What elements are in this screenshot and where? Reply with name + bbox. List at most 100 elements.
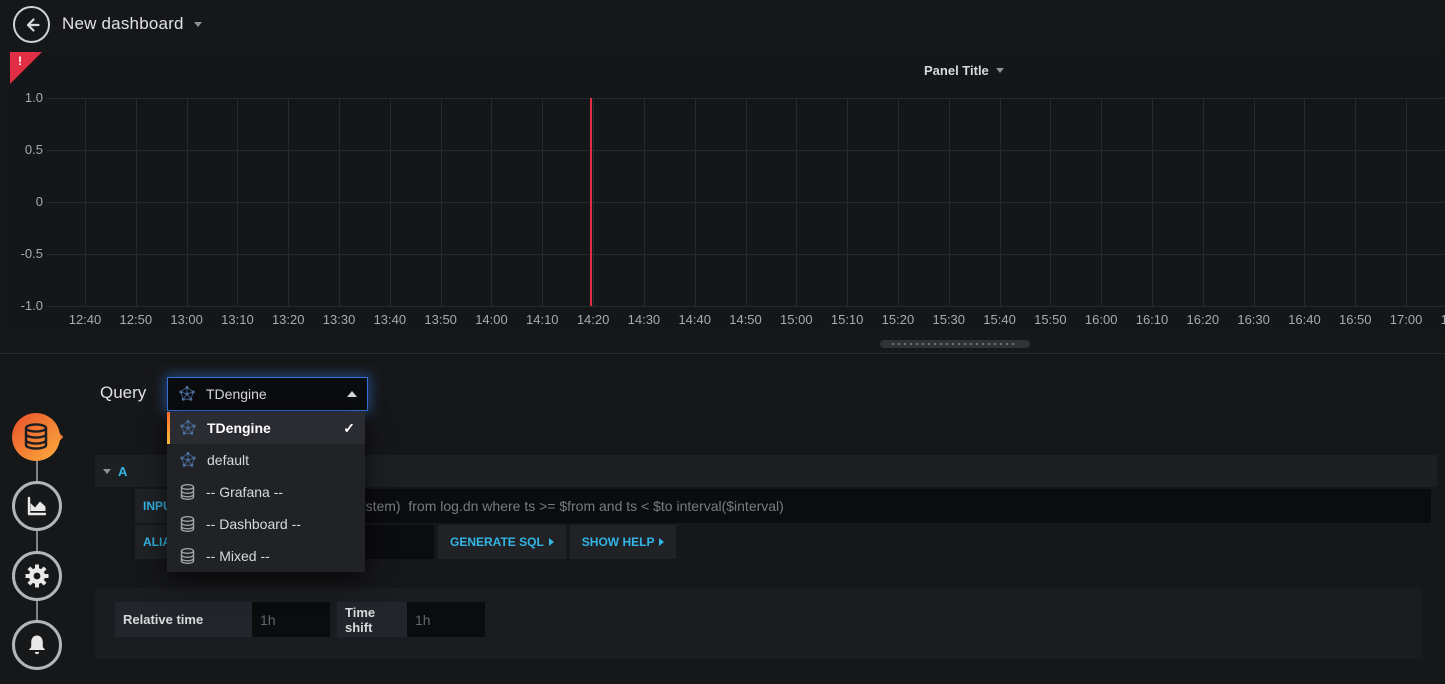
checkmark-icon: ✓ [343, 420, 355, 437]
panel-title: Panel Title [924, 63, 989, 78]
tab-general[interactable] [12, 551, 62, 601]
datasource-option[interactable]: -- Mixed -- [167, 540, 365, 572]
y-axis-tick-label: 1.0 [10, 90, 43, 106]
datasource-select[interactable]: TDengine [167, 377, 368, 411]
x-axis-tick-label: 13:10 [217, 312, 257, 327]
time-shift-label: Time shift [337, 602, 407, 637]
tab-visualization[interactable] [12, 481, 62, 531]
x-axis-tick-label: 13:30 [319, 312, 359, 327]
y-axis-tick-label: -0.5 [10, 246, 43, 262]
x-axis-tick-label: 16:00 [1081, 312, 1121, 327]
gridline-vertical [491, 98, 492, 306]
datasource-option[interactable]: TDengine ✓ [167, 412, 365, 444]
time-shift-field[interactable] [407, 602, 485, 637]
input-sql-field[interactable] [237, 489, 1431, 523]
gridline-vertical [339, 98, 340, 306]
x-axis-tick-label: 14:50 [726, 312, 766, 327]
gridline-vertical [1203, 98, 1204, 306]
x-axis-tick-label: 16:40 [1284, 312, 1324, 327]
panel-resize-handle[interactable] [880, 340, 1030, 348]
gridline-vertical [796, 98, 797, 306]
back-button[interactable] [13, 6, 50, 43]
gridline-vertical [695, 98, 696, 306]
gridline-vertical [1406, 98, 1407, 306]
x-axis-tick-label: 17:10 [1437, 312, 1445, 327]
gridline-vertical [1152, 98, 1153, 306]
datasource-option[interactable]: -- Dashboard -- [167, 508, 365, 540]
panel-error-icon: ! [18, 54, 22, 68]
x-axis-tick-label: 15:50 [1030, 312, 1070, 327]
y-axis-tick-label: 0.5 [10, 142, 43, 158]
gridline-horizontal [47, 306, 1445, 307]
relative-time-label: Relative time [115, 602, 252, 637]
x-axis-tick-label: 13:40 [370, 312, 410, 327]
tab-connector-line [36, 437, 38, 645]
chevron-up-icon [347, 391, 357, 397]
panel-error-corner[interactable] [10, 52, 42, 84]
x-axis-tick-label: 16:50 [1335, 312, 1375, 327]
top-navbar: New dashboard [0, 0, 1445, 48]
datasource-option-label: TDengine [207, 420, 271, 436]
panel-title-menu[interactable]: Panel Title [924, 59, 1004, 81]
gridline-vertical [542, 98, 543, 306]
gridline-vertical [1304, 98, 1305, 306]
time-options-row: Relative time Time shift [115, 602, 485, 637]
drag-dots-icon [892, 343, 1018, 345]
gridline-vertical [187, 98, 188, 306]
database-icon [179, 515, 196, 533]
database-icon [179, 547, 196, 565]
chevron-right-icon [659, 538, 664, 546]
show-help-button[interactable]: SHOW HELP [570, 525, 677, 559]
x-axis-tick-label: 16:10 [1132, 312, 1172, 327]
gridline-vertical [1355, 98, 1356, 306]
collapse-caret-icon [103, 469, 111, 474]
time-options-panel: Relative time Time shift [95, 588, 1423, 659]
chevron-down-icon [194, 22, 202, 27]
chevron-right-icon [549, 538, 554, 546]
x-axis-tick-label: 13:20 [268, 312, 308, 327]
x-axis-tick-label: 15:10 [827, 312, 867, 327]
gridline-vertical [237, 98, 238, 306]
gridline-vertical [1000, 98, 1001, 306]
database-icon [179, 483, 196, 501]
x-axis-tick-label: 14:20 [573, 312, 613, 327]
datasource-option[interactable]: -- Grafana -- [167, 476, 365, 508]
query-ref-id: A [118, 464, 127, 479]
tab-alert[interactable] [12, 620, 62, 670]
generate-sql-button[interactable]: GENERATE SQL [438, 525, 566, 559]
gridline-vertical [390, 98, 391, 306]
annotation-line[interactable] [590, 98, 592, 306]
x-axis-tick-label: 14:10 [522, 312, 562, 327]
gridline-vertical [644, 98, 645, 306]
tab-queries[interactable] [10, 409, 66, 465]
generate-sql-label: GENERATE SQL [450, 535, 544, 549]
x-axis-tick-label: 17:00 [1386, 312, 1426, 327]
datasource-star-icon [179, 451, 197, 469]
datasource-option-label: default [207, 452, 249, 468]
datasource-star-icon [179, 419, 197, 437]
dashboard-title-menu[interactable]: New dashboard [62, 0, 202, 48]
datasource-star-icon [178, 385, 196, 403]
datasource-option[interactable]: default [167, 444, 365, 476]
x-axis-tick-label: 13:50 [421, 312, 461, 327]
gridline-vertical [1254, 98, 1255, 306]
datasource-option-label: -- Dashboard -- [206, 516, 301, 532]
chevron-down-icon [996, 68, 1004, 73]
dashboard-title: New dashboard [62, 14, 184, 34]
datasource-dropdown-menu: TDengine ✓ default -- Grafana -- -- Dashboar… [167, 412, 365, 572]
gridline-vertical [949, 98, 950, 306]
x-axis-tick-label: 16:20 [1183, 312, 1223, 327]
x-axis-tick-label: 15:40 [980, 312, 1020, 327]
relative-time-field[interactable] [252, 602, 330, 637]
chart-icon [24, 493, 50, 519]
datasource-option-label: -- Grafana -- [206, 484, 283, 500]
x-axis-tick-label: 14:30 [624, 312, 664, 327]
gridline-vertical [1050, 98, 1051, 306]
gridline-vertical [441, 98, 442, 306]
x-axis-tick-label: 13:00 [167, 312, 207, 327]
gridline-vertical [85, 98, 86, 306]
show-help-label: SHOW HELP [582, 535, 655, 549]
y-axis-tick-label: -1.0 [10, 298, 43, 314]
x-axis-tick-label: 15:00 [776, 312, 816, 327]
gridline-vertical [288, 98, 289, 306]
